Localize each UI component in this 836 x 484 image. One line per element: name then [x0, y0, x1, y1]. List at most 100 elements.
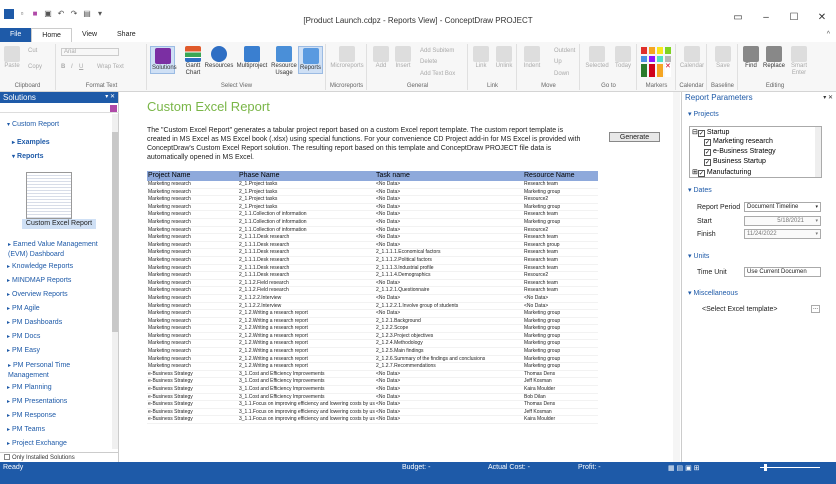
solution-evm[interactable]: ▸ Earned Value Management (EVM) Dashboard — [8, 240, 108, 259]
solution-pm-response[interactable]: ▸ PM Response — [7, 412, 56, 419]
zoom-thumb[interactable] — [764, 464, 767, 471]
project-item[interactable]: ⊞✓ Manufacturing — [692, 168, 751, 177]
italic-button[interactable]: I — [71, 64, 73, 70]
ribbon-options-icon[interactable]: ▭ — [724, 12, 752, 23]
section-projects[interactable]: ▾ Projects — [688, 110, 719, 118]
find-button[interactable]: Find — [741, 46, 761, 70]
only-installed-toggle[interactable]: Only Installed Solutions — [0, 452, 119, 462]
expand-arrow-icon[interactable]: ▸ — [7, 306, 10, 312]
expand-arrow-icon[interactable]: ▸ — [7, 399, 10, 405]
checkbox-icon[interactable]: ✓ — [704, 149, 711, 156]
add-subitem-button[interactable]: Add Subitem — [420, 48, 454, 54]
section-miscellaneous[interactable]: ▾ Miscellaneous — [688, 289, 738, 297]
solutions-store-icon[interactable] — [110, 105, 117, 112]
pin-icon[interactable]: ▾ ✕ — [105, 92, 118, 103]
solutions-search[interactable] — [0, 104, 119, 113]
zoom-slider[interactable] — [760, 464, 820, 471]
solutions-scrollbar[interactable] — [112, 114, 118, 449]
solution-mindmap-reports[interactable]: ▸ MINDMAP Reports — [7, 277, 71, 284]
solution-pm-dashboards[interactable]: ▸ PM Dashboards — [7, 319, 62, 326]
resource-usage-button[interactable]: Resource Usage — [270, 46, 298, 77]
bold-button[interactable]: B — [61, 64, 65, 70]
add-button[interactable]: Add — [370, 46, 392, 70]
solutions-button[interactable]: Solutions — [150, 46, 177, 74]
solution-pm-docs[interactable]: ▸ PM Docs — [7, 333, 40, 340]
finish-date-field[interactable]: 11/24/2022 ▾ — [744, 229, 821, 239]
collapse-arrow-icon[interactable]: ▾ — [12, 154, 15, 160]
microreports-button[interactable]: Microreports — [328, 46, 366, 70]
marker-darkgreen-icon[interactable] — [641, 64, 647, 77]
start-date-field[interactable]: 5/18/2021 ▾ — [744, 216, 821, 226]
project-item[interactable]: ⊟✓ Startup — [692, 128, 729, 137]
underline-button[interactable]: U — [79, 64, 83, 70]
chevron-down-icon[interactable]: ▾ — [815, 203, 818, 211]
ribbon-collapse-icon[interactable]: ^ — [827, 28, 836, 42]
projects-scrollbar[interactable] — [815, 127, 821, 177]
expand-arrow-icon[interactable]: ▸ — [7, 348, 10, 354]
solution-overview-reports[interactable]: ▸ Overview Reports — [7, 291, 68, 298]
marker-darkred-icon[interactable] — [649, 64, 655, 77]
marker-green-icon[interactable] — [665, 47, 671, 54]
reports-button[interactable]: Reports — [298, 46, 323, 74]
project-item[interactable]: ✓ Marketing research — [704, 138, 773, 146]
insert-button[interactable]: Insert — [392, 46, 414, 70]
cut-button[interactable]: Cut — [28, 48, 37, 54]
time-unit-select[interactable]: Use Current Documen — [744, 267, 821, 277]
markers-palette[interactable]: ✕ — [641, 47, 671, 77]
maximize-button[interactable]: ☐ — [780, 12, 808, 23]
tab-file[interactable]: File — [0, 28, 32, 42]
marker-gray-icon[interactable] — [665, 55, 671, 63]
browse-template-button[interactable]: ... — [811, 305, 820, 313]
marker-flag-icon[interactable] — [657, 64, 663, 77]
solution-examples[interactable]: ▸ Examples — [12, 139, 50, 146]
solution-pm-presentations[interactable]: ▸ PM Presentations — [7, 398, 67, 405]
solution-pm-easy[interactable]: ▸ PM Easy — [7, 347, 40, 354]
minimize-button[interactable]: – — [752, 12, 780, 23]
checkbox-icon[interactable] — [4, 454, 10, 461]
marker-teal-icon[interactable] — [657, 55, 663, 63]
expand-arrow-icon[interactable]: ▸ — [7, 292, 10, 298]
project-item[interactable]: ✓ Business Startup — [704, 158, 766, 166]
tab-view[interactable]: View — [72, 28, 107, 42]
expand-arrow-icon[interactable]: ▸ — [8, 363, 11, 369]
wrap-text-button[interactable]: Wrap Text — [97, 64, 124, 70]
report-thumbnail[interactable] — [26, 172, 72, 219]
expand-arrow-icon[interactable]: ▸ — [7, 441, 10, 447]
collapse-arrow-icon[interactable]: ▾ — [7, 122, 10, 128]
expand-arrow-icon[interactable]: ▸ — [8, 242, 11, 248]
delete-button[interactable]: Delete — [420, 59, 437, 65]
copy-button[interactable]: Copy — [28, 64, 42, 70]
link-button[interactable]: Link — [471, 46, 491, 70]
calendar-button[interactable]: Calendar — [678, 46, 706, 70]
expand-arrow-icon[interactable]: ▸ — [7, 427, 10, 433]
section-units[interactable]: ▾ Units — [688, 252, 709, 260]
multiproject-button[interactable]: Multiproject — [234, 46, 270, 70]
gantt-chart-button[interactable]: Gantt Chart — [182, 46, 204, 77]
calendar-dropdown-icon[interactable]: ▾ — [815, 230, 818, 238]
move-up-button[interactable]: Up — [554, 59, 562, 65]
marker-blue-icon[interactable] — [641, 55, 647, 63]
generate-button[interactable]: Generate — [609, 132, 660, 142]
solution-pm-agile[interactable]: ▸ PM Agile — [7, 305, 40, 312]
solution-custom-report[interactable]: ▾ Custom Report — [7, 121, 59, 128]
marker-red-icon[interactable] — [641, 47, 647, 54]
tab-share[interactable]: Share — [107, 28, 146, 42]
clear-marker-icon[interactable]: ✕ — [665, 63, 671, 77]
solution-pm-personal-time[interactable]: ▸ PM Personal Time Management — [8, 361, 108, 380]
add-text-box-button[interactable]: Add Text Box — [420, 71, 455, 77]
tab-home[interactable]: Home — [31, 28, 72, 42]
pin-icon[interactable]: ▾ ✕ — [823, 92, 836, 104]
marker-purple-icon[interactable] — [649, 55, 655, 63]
close-button[interactable]: ✕ — [808, 12, 836, 23]
resources-button[interactable]: Resources — [204, 46, 234, 70]
expand-arrow-icon[interactable]: ▸ — [7, 413, 10, 419]
excel-template-field[interactable]: <Select Excel template> — [702, 306, 778, 313]
solution-project-exchange[interactable]: ▸ Project Exchange — [7, 440, 67, 447]
solution-pm-teams[interactable]: ▸ PM Teams — [7, 426, 45, 433]
goto-selected-button[interactable]: Selected — [583, 46, 611, 70]
report-period-select[interactable]: Document Timeline ▾ — [744, 202, 821, 212]
marker-orange-icon[interactable] — [649, 47, 655, 54]
expand-arrow-icon[interactable]: ▸ — [7, 278, 10, 284]
expand-arrow-icon[interactable]: ▸ — [12, 140, 15, 146]
move-down-button[interactable]: Down — [554, 71, 569, 77]
